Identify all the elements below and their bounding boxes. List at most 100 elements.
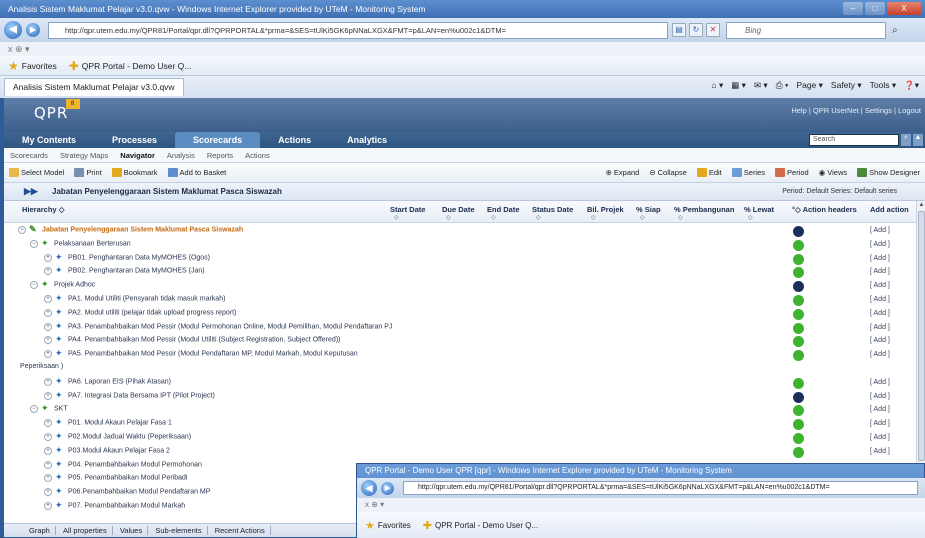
refresh-icon[interactable]: ↻ xyxy=(689,23,703,37)
col-bil-projek[interactable]: Bil. Projek ◇ xyxy=(587,205,624,221)
expand-node-icon[interactable]: + xyxy=(44,294,52,303)
add-action-link[interactable]: [ Add ] xyxy=(870,434,890,441)
col-end-date[interactable]: End Date ◇ xyxy=(487,205,520,221)
popup-window[interactable]: QPR Portal - Demo User QPR [qpr] - Windo… xyxy=(356,463,925,538)
add-action-link[interactable]: [ Add ] xyxy=(870,296,890,303)
subnav-navigator[interactable]: Navigator xyxy=(114,151,161,160)
feeds-icon[interactable]: ▦ ▾ xyxy=(731,80,746,91)
popup-add-favorite-icon[interactable]: ✚ xyxy=(423,519,432,532)
table-row[interactable]: + ✦ P05. Penambahbaikan Modul Peribadi xyxy=(44,473,187,485)
expand-node-icon[interactable]: + xyxy=(44,460,52,469)
collapse-button[interactable]: ⊖ Collapse xyxy=(644,168,691,177)
subnav-actions[interactable]: Actions xyxy=(239,151,276,160)
col-hierarchy[interactable]: Hierarchy ◇ xyxy=(22,205,64,214)
home-icon[interactable]: ⌂ ▾ xyxy=(712,80,724,91)
expand-node-icon[interactable]: + xyxy=(44,253,52,262)
expand-node-icon[interactable]: + xyxy=(44,308,52,317)
table-row[interactable]: − ✎ Jabatan Penyelenggaraan Sistem Makluma… xyxy=(18,225,243,237)
footer-tab-all-properties[interactable]: All properties xyxy=(57,526,113,535)
table-row[interactable]: + ✦ PA2. Modul utiliti (pelajar tidak uplo… xyxy=(44,308,236,320)
add-action-link[interactable]: [ Add ] xyxy=(870,268,890,275)
add-action-link[interactable]: [ Add ] xyxy=(870,255,890,262)
nav-scorecards[interactable]: Scorecards xyxy=(175,132,261,148)
table-row[interactable]: + ✦ PB02. Penghantaran Data MyMOHES (Jan) xyxy=(44,266,205,278)
col-add-action[interactable]: Add action xyxy=(870,205,909,214)
favorite-link[interactable]: QPR Portal - Demo User Q... xyxy=(82,61,192,71)
sort-icon[interactable]: ◇ xyxy=(591,214,596,221)
expand-node-icon[interactable]: + xyxy=(44,487,52,496)
popup-back-button[interactable]: ◀ xyxy=(361,480,377,496)
table-row[interactable]: + ✦ P07. Penambahbaikan Modul Markah xyxy=(44,501,185,513)
add-action-link[interactable]: [ Add ] xyxy=(870,324,890,331)
views-button[interactable]: ◉ Views xyxy=(814,168,852,177)
popup-url-input[interactable]: http://qpr.utem.edu.my/QPR81/Portal/qpr.… xyxy=(403,481,918,495)
expand-node-icon[interactable]: + xyxy=(44,446,52,455)
maximize-button[interactable]: □ xyxy=(865,2,885,15)
series-button[interactable]: Series xyxy=(727,168,770,177)
col-lewat[interactable]: % Lewat ◇ xyxy=(744,205,774,221)
collapse-node-icon[interactable]: − xyxy=(30,239,38,248)
add-action-link[interactable]: [ Add ] xyxy=(870,379,890,386)
table-row[interactable]: + ✦ P01. Modul Akaun Pelajar Fasa 1 xyxy=(44,418,172,430)
popup-favorite-link[interactable]: QPR Portal - Demo User Q... xyxy=(435,521,538,530)
footer-tab-graph[interactable]: Graph xyxy=(24,526,56,535)
sort-icon[interactable]: ◇ xyxy=(394,214,399,221)
expand-node-icon[interactable]: + xyxy=(44,391,52,400)
table-row[interactable]: − ✦ SKT xyxy=(30,404,68,416)
search-input[interactable]: Bing xyxy=(726,21,886,39)
scroll-up-icon[interactable]: ▲ xyxy=(918,202,925,210)
qpr-top-links[interactable]: Help | QPR UserNet | Settings | Logout xyxy=(791,106,921,115)
expand-node-icon[interactable]: + xyxy=(44,266,52,275)
breadcrumb-arrow-icon[interactable]: ▶▶ xyxy=(24,186,38,197)
qpr-search-input[interactable]: Search xyxy=(809,134,899,146)
show-designer-button[interactable]: Show Designer xyxy=(852,168,925,177)
add-action-link[interactable]: [ Add ] xyxy=(870,420,890,427)
subnav-strategy-maps[interactable]: Strategy Maps xyxy=(54,151,114,160)
print-button[interactable]: Print xyxy=(69,168,106,177)
col-status-date[interactable]: Status Date ◇ xyxy=(532,205,573,221)
expand-node-icon[interactable]: + xyxy=(44,322,52,331)
table-row[interactable]: + ✦ PA1. Modul Utiliti (Pensyarah tidak ma… xyxy=(44,294,225,306)
collapse-node-icon[interactable]: − xyxy=(30,404,38,413)
table-row[interactable]: + ✦ P02.Modul Jadual Waktu (Peperiksaan) xyxy=(44,432,191,444)
page-menu[interactable]: Page ▾ xyxy=(796,80,822,91)
subnav-analysis[interactable]: Analysis xyxy=(161,151,201,160)
add-action-link[interactable]: [ Add ] xyxy=(870,337,890,344)
favorites-label[interactable]: Favorites xyxy=(22,61,57,71)
collapse-header-icon[interactable]: ▲ xyxy=(913,134,923,146)
minimize-button[interactable]: – xyxy=(843,2,863,15)
help-menu[interactable]: ❓▾ xyxy=(904,80,919,91)
add-action-link[interactable]: [ Add ] xyxy=(870,310,890,317)
back-button[interactable]: ◀ xyxy=(4,21,22,39)
expand-node-icon[interactable]: + xyxy=(44,335,52,344)
select-model-button[interactable]: Select Model xyxy=(4,168,69,177)
qpr-search-icon[interactable]: ⌕ xyxy=(901,134,911,146)
col-start-date[interactable]: Start Date ◇ xyxy=(390,205,425,221)
col-action-headers[interactable]: °◇ Action headers xyxy=(792,205,857,214)
footer-tab-sub-elements[interactable]: Sub-elements xyxy=(150,526,208,535)
collapse-node-icon[interactable]: − xyxy=(18,225,26,234)
popup-forward-button[interactable]: ▶ xyxy=(381,482,394,495)
add-action-link[interactable]: [ Add ] xyxy=(870,282,890,289)
compatibility-icon[interactable]: ▤ xyxy=(672,23,686,37)
add-action-link[interactable]: [ Add ] xyxy=(870,393,890,400)
table-row[interactable]: + ✦ PB01. Penghantaran Data MyMOHES (Ogos) xyxy=(44,253,210,265)
table-row[interactable]: + ✦ PA5. Penambahbaikan Mod Pessir (Modul … xyxy=(44,349,358,361)
add-action-link[interactable]: [ Add ] xyxy=(870,351,890,358)
popup-favorites-label[interactable]: Favorites xyxy=(378,521,411,530)
table-row[interactable]: + ✦ P04. Penambahbaikan Modul Permohonan xyxy=(44,460,202,472)
table-row[interactable]: + ✦ PA7. Integrasi Data Bersama IPT (Pilot… xyxy=(44,391,215,403)
table-row[interactable]: + ✦ PA4. Penambahbaikan Mod Pessir (Modul … xyxy=(44,335,340,347)
stop-icon[interactable]: ✕ xyxy=(706,23,720,37)
table-row[interactable]: − ✦ Pelaksanaan Berterusan xyxy=(30,239,131,251)
print-icon[interactable]: ⎙ ▾ xyxy=(776,80,789,91)
expand-node-icon[interactable]: + xyxy=(44,418,52,427)
table-row[interactable]: + ✦ PA6. Laporan EIS (Pihak Atasan) xyxy=(44,377,171,389)
col-pembangunan[interactable]: % Pembangunan ◇ xyxy=(674,205,734,221)
browser-tab[interactable]: Analisis Sistem Maklumat Pelajar v3.0.qv… xyxy=(4,78,184,96)
sort-icon[interactable]: ◇ xyxy=(491,214,496,221)
sort-icon[interactable]: ◇ xyxy=(536,214,541,221)
table-row[interactable]: − ✦ Projek Adhoc xyxy=(30,280,95,292)
forward-button[interactable]: ▶ xyxy=(26,23,40,37)
expand-node-icon[interactable]: + xyxy=(44,432,52,441)
